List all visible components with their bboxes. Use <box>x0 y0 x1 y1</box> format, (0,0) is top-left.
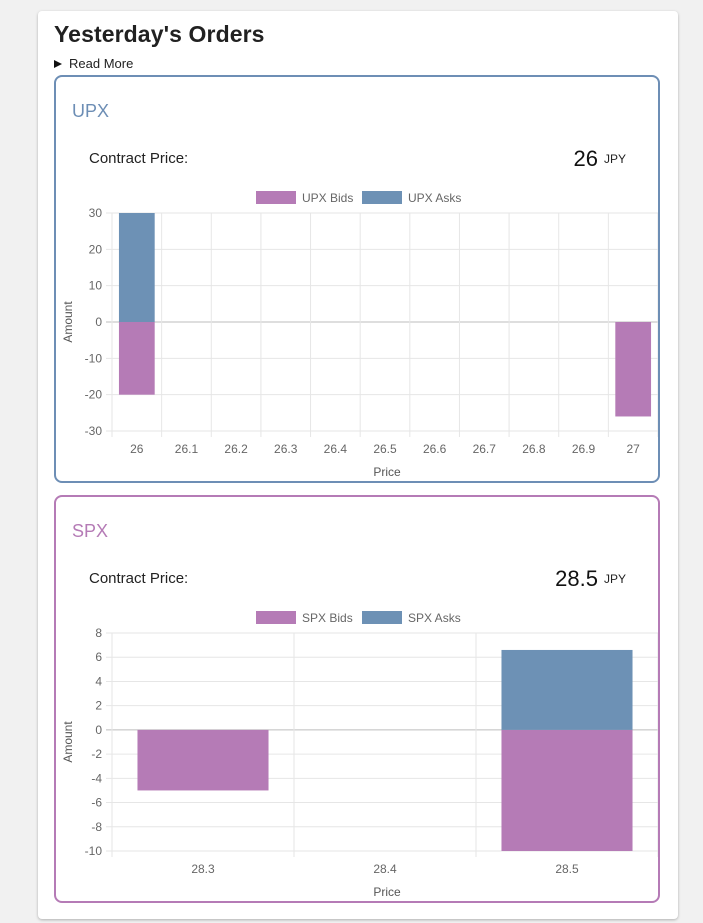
y-tick-label: 20 <box>89 242 103 256</box>
y-tick-label: 4 <box>95 674 102 688</box>
x-tick-label: 26 <box>130 442 144 456</box>
y-tick-label: -6 <box>91 796 102 810</box>
y-tick-label: -30 <box>85 424 103 438</box>
y-tick-label: -2 <box>91 747 102 761</box>
y-tick-label: 8 <box>95 626 102 640</box>
legend-label: SPX Asks <box>408 611 461 625</box>
orders-card: Yesterday's Orders Read More UPX Contrac… <box>38 11 678 919</box>
y-axis-title: Amount <box>61 721 75 763</box>
y-tick-label: -10 <box>85 844 103 858</box>
legend-swatch <box>362 611 402 624</box>
bid-bar <box>501 729 633 851</box>
legend-swatch <box>256 611 296 624</box>
x-tick-label: 26.8 <box>522 442 546 456</box>
x-tick-label: 28.3 <box>191 862 215 876</box>
y-tick-label: -20 <box>85 388 103 402</box>
x-tick-label: 26.5 <box>373 442 397 456</box>
x-tick-label: 26.9 <box>572 442 596 456</box>
y-tick-label: -4 <box>91 771 102 785</box>
y-tick-label: 0 <box>95 315 102 329</box>
x-tick-label: 26.2 <box>224 442 248 456</box>
y-tick-label: 10 <box>89 279 103 293</box>
x-tick-label: 26.1 <box>175 442 199 456</box>
y-tick-label: 6 <box>95 650 102 664</box>
y-tick-label: 30 <box>89 206 103 220</box>
upx-order-chart: 30 20 10 0 -10 -20 -30 26 26.1 26.2 26.3 26.4 26.5 26… <box>61 191 658 479</box>
read-more-toggle[interactable]: Read More <box>54 56 133 71</box>
x-axis-title: Price <box>373 465 401 479</box>
y-tick-label: 0 <box>95 723 102 737</box>
x-tick-label: 26.7 <box>473 442 497 456</box>
bid-bar <box>118 322 155 395</box>
x-tick-label: 28.4 <box>373 862 397 876</box>
x-tick-label: 27 <box>627 442 641 456</box>
y-axis-title: Amount <box>61 301 75 343</box>
disclosure-triangle-icon <box>54 59 62 68</box>
legend-label: SPX Bids <box>302 611 353 625</box>
ask-bar <box>118 213 155 322</box>
y-tick-label: -8 <box>91 820 102 834</box>
x-tick-label: 26.3 <box>274 442 298 456</box>
legend-swatch <box>256 191 296 204</box>
legend-label: UPX Bids <box>302 191 353 205</box>
read-more-label: Read More <box>69 56 134 71</box>
x-tick-label: 26.6 <box>423 442 447 456</box>
bid-bar <box>137 729 269 791</box>
page-title: Yesterday's Orders <box>54 21 265 47</box>
y-tick-label: -10 <box>85 351 103 365</box>
bid-bar <box>615 322 652 417</box>
x-tick-label: 26.4 <box>324 442 348 456</box>
x-axis-title: Price <box>373 885 401 899</box>
legend-swatch <box>362 191 402 204</box>
ask-bar <box>501 649 633 730</box>
spx-panel: SPX Contract Price: 28.5 JPY 8 6 4 2 0 -2 -4 -6… <box>54 495 660 903</box>
y-tick-label: 2 <box>95 699 102 713</box>
upx-panel: UPX Contract Price: 26 JPY 30 20 10 0 -10 -20… <box>54 75 660 483</box>
spx-order-chart: 8 6 4 2 0 -2 -4 -6 -8 -10 28.3 28.4 28.5 Price Amount S… <box>61 611 658 899</box>
legend-label: UPX Asks <box>408 191 461 205</box>
x-tick-label: 28.5 <box>555 862 579 876</box>
